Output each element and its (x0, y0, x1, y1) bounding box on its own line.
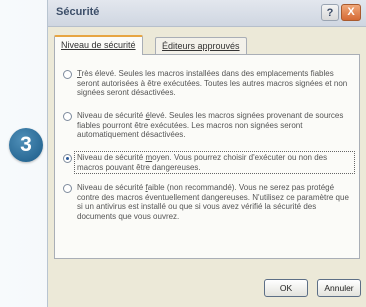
radio-medium[interactable] (63, 154, 72, 163)
security-level-panel: Très élevé. Seules les macros installées… (54, 54, 360, 259)
option-low-text: Niveau de sécurité faible (non recommand… (77, 183, 349, 221)
radio-high[interactable] (63, 112, 72, 121)
dialog-titlebar: Sécurité ? X (48, 0, 366, 27)
option-very-high-text: Très élevé. Seules les macros installées… (77, 69, 348, 97)
dialog-title: Sécurité (56, 6, 100, 18)
security-dialog: Sécurité ? X Niveau de sécurité Éditeurs… (47, 0, 366, 307)
tab-strip: Niveau de sécurité Éditeurs approuvés (54, 35, 354, 55)
option-high-text: Niveau de sécurité élevé. Seules les mac… (77, 111, 344, 139)
help-button[interactable]: ? (321, 4, 339, 21)
ok-button[interactable]: OK (264, 279, 308, 297)
radio-very-high[interactable] (63, 70, 72, 79)
tab-security-level[interactable]: Niveau de sécurité (54, 35, 143, 55)
tab-trusted-publishers-label: Éditeurs approuvés (162, 41, 240, 51)
option-medium-text: Niveau de sécurité moyen. Vous pourrez c… (74, 151, 355, 174)
step-number-badge: 3 (9, 128, 43, 162)
cancel-button[interactable]: Annuler (317, 279, 361, 297)
radio-low[interactable] (63, 184, 72, 193)
close-button[interactable]: X (341, 4, 361, 21)
tab-trusted-publishers[interactable]: Éditeurs approuvés (155, 37, 247, 54)
tab-security-level-label: Niveau de sécurité (61, 40, 136, 50)
